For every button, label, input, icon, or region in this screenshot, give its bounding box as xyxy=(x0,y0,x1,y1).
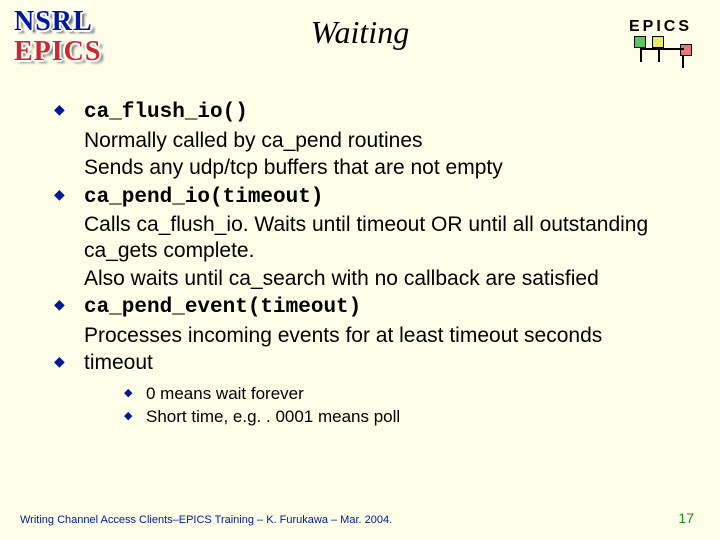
bullet-continuation: Normally called by ca_pend routines xyxy=(54,128,674,154)
footer-text: Writing Channel Access Clients–EPICS Tra… xyxy=(20,514,392,526)
bullet-text: timeout xyxy=(84,351,153,374)
bullet-item: ca_pend_io(timeout) xyxy=(54,183,674,211)
sub-bullet-item: 0 means wait forever xyxy=(124,384,674,405)
sub-bullet-item: Short time, e.g. . 0001 means poll xyxy=(124,407,674,428)
epics-logo-icon xyxy=(628,36,698,66)
nsrl-logo-text: NSRL xyxy=(14,6,93,38)
bullet-item: timeout xyxy=(54,350,674,376)
slide-body: ca_flush_io() Normally called by ca_pend… xyxy=(54,98,674,430)
sub-bullet-list: 0 means wait forever Short time, e.g. . … xyxy=(54,384,674,427)
bullet-continuation: Calls ca_flush_io. Waits until timeout O… xyxy=(54,212,674,263)
code-text: ca_flush_io() xyxy=(84,101,248,124)
epics-header-label: EPICS xyxy=(629,18,692,36)
bullet-item: ca_pend_event(timeout) xyxy=(54,293,674,321)
page-number: 17 xyxy=(678,510,694,526)
page-title: Waiting xyxy=(0,14,720,51)
epics-side-logo-text: EPICS xyxy=(14,36,101,68)
code-text: ca_pend_io(timeout) xyxy=(84,186,323,209)
code-text: ca_pend_event(timeout) xyxy=(84,296,361,319)
bullet-item: ca_flush_io() xyxy=(54,98,674,126)
bullet-continuation: Processes incoming events for at least t… xyxy=(54,323,674,349)
bullet-continuation: Also waits until ca_search with no callb… xyxy=(54,266,674,292)
bullet-continuation: Sends any udp/tcp buffers that are not e… xyxy=(54,155,674,181)
slide-container: { "header": { "title": "Waiting", "epics… xyxy=(0,0,720,540)
